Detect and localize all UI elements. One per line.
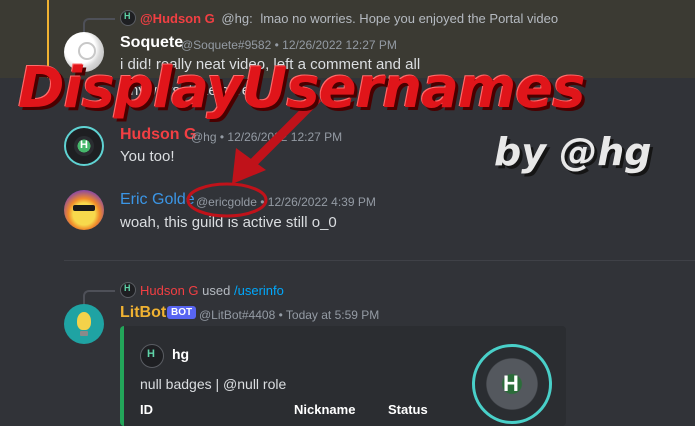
interaction-avatar-icon	[120, 282, 136, 298]
embed-author-icon	[140, 344, 164, 368]
slash-command[interactable]: /userinfo	[234, 283, 284, 298]
author-name[interactable]: Soquete	[120, 34, 183, 52]
message-meta: @Soquete#9582 • 12/26/2022 12:27 PM	[181, 38, 397, 52]
reply-text[interactable]: lmao no worries. Hope you enjoyed the Po…	[260, 11, 558, 26]
message-line: woah, this guild is active still o_0	[120, 214, 337, 231]
embed-thumbnail-icon	[472, 344, 552, 424]
message-meta: @ericgolde • 12/26/2022 4:39 PM	[196, 195, 376, 209]
message-divider	[64, 260, 695, 261]
message-meta: @LitBot#4408 • Today at 5:59 PM	[199, 308, 380, 322]
reply-preview[interactable]: @Hudson G @hg: lmao no worries. Hope you…	[120, 10, 558, 26]
author-handle: @hg	[191, 130, 217, 144]
timestamp: Today at 5:59 PM	[285, 308, 380, 322]
overlay-byline: by @hg	[494, 130, 652, 174]
arrow-head	[232, 148, 266, 184]
timestamp: 12/26/2022 12:27 PM	[282, 38, 397, 52]
timestamp: 12/26/2022 12:27 PM	[227, 130, 343, 144]
reply-author[interactable]: @Hudson G	[140, 11, 215, 26]
avatar[interactable]	[64, 304, 104, 344]
author-handle: @ericgolde	[196, 195, 257, 209]
reply-avatar-icon	[120, 10, 136, 26]
embed-card: hg null badges | @null role ID Nickname …	[120, 326, 566, 426]
author-name[interactable]: Eric Golde	[120, 191, 195, 209]
author-name[interactable]: Hudson G	[120, 126, 196, 144]
timestamp: 12/26/2022 4:39 PM	[267, 195, 376, 209]
hg-logo-icon	[74, 136, 94, 156]
embed-description: null badges | @null role	[140, 376, 287, 392]
avatar[interactable]	[64, 190, 104, 230]
interaction-header[interactable]: Hudson G used /userinfo	[120, 282, 284, 298]
message-line: You too!	[120, 148, 175, 165]
embed-title[interactable]: hg	[172, 346, 189, 362]
interaction-user[interactable]: Hudson G	[140, 283, 199, 298]
bot-badge: BOT	[167, 306, 197, 319]
avatar[interactable]	[64, 126, 104, 166]
overlay-title: DisplayUsernames	[18, 56, 586, 121]
reply-handle: @hg:	[221, 11, 253, 26]
author-name[interactable]: LitBot	[120, 304, 166, 322]
message-meta: @hg • 12/26/2022 12:27 PM	[191, 130, 343, 144]
author-handle: @LitBot#4408	[199, 308, 276, 322]
author-handle: @Soquete#9582	[181, 38, 272, 52]
interaction-verb: used	[202, 283, 231, 298]
